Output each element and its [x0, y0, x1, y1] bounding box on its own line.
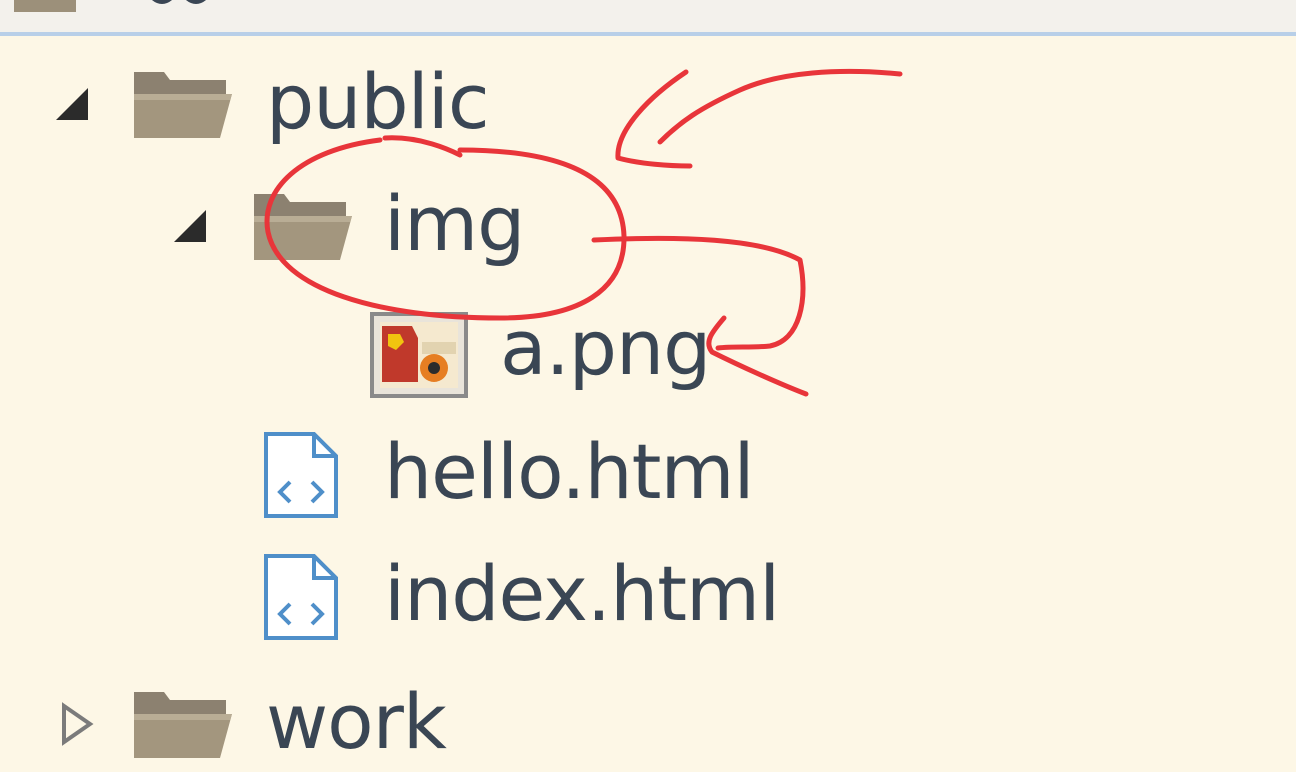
tree-item-label: a.png — [500, 303, 711, 392]
tree-item-index-html[interactable]: index.html — [0, 544, 900, 644]
file-tree: public img a.png hello.html index.html w… — [0, 36, 1296, 771]
folder-open-icon — [130, 66, 236, 142]
tree-item-work[interactable]: work — [0, 672, 900, 772]
tree-item-img[interactable]: img — [0, 174, 900, 274]
tree-item-label: img — [384, 179, 525, 268]
top-strip — [0, 0, 1296, 34]
tree-item-a-png[interactable]: a.png — [0, 298, 900, 398]
tree-item-label: work — [266, 677, 447, 766]
tree-item-label: public — [266, 57, 490, 146]
folder-open-icon — [250, 188, 356, 264]
image-file-icon — [370, 312, 468, 398]
collapse-toggle-icon[interactable] — [168, 204, 212, 248]
tree-item-hello-html[interactable]: hello.html — [0, 422, 900, 522]
html-file-icon — [262, 430, 342, 520]
tree-item-label: index.html — [384, 549, 780, 638]
tree-item-label: hello.html — [384, 427, 755, 516]
collapse-toggle-icon[interactable] — [50, 82, 94, 126]
expand-toggle-icon[interactable] — [56, 702, 100, 746]
tree-item-public[interactable]: public — [0, 52, 900, 152]
folder-icon — [0, 0, 110, 12]
html-file-icon — [262, 552, 342, 642]
truncated-label — [150, 0, 230, 6]
folder-icon — [130, 686, 236, 762]
